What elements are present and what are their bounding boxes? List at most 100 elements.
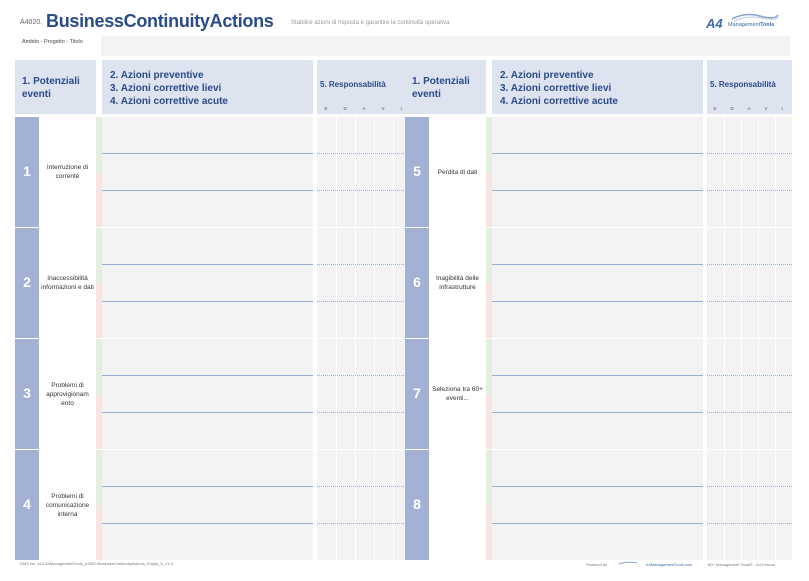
action-field[interactable] [492,117,703,227]
header-events-label: 1. Potenziali eventi [412,76,470,100]
brand-logo: A4 ManagementTools [706,12,786,32]
responsibility-line [317,301,412,302]
action-field[interactable] [492,228,703,338]
header-responsibility: 5. Responsabilità E D A V I [317,60,412,114]
action-line [102,486,313,487]
responsibility-field[interactable] [707,228,792,338]
event-label-cell[interactable]: Seleziona tra 60+ eventi... [429,339,486,449]
footer-dms: DMS No. 410.A4ManagementTools_A4020.Busi… [20,561,174,566]
event-label: Inagibilità delle infrastrutture [435,275,479,291]
raci-separator [741,228,742,338]
document-code: A4020. [20,19,43,26]
event-number: 3 [23,385,31,401]
raci-separator [374,450,375,560]
raci-separator [724,117,725,227]
event-label-cell[interactable]: Problemi di approvigionam ento [39,339,96,449]
raci-separator [336,117,337,227]
responsibility-line [707,523,792,524]
action-line [102,412,313,413]
event-number: 5 [413,163,421,179]
header-actions: 2. Azioni preventive 3. Azioni correttive… [492,60,703,114]
wave-icon [731,13,779,22]
event-number-cell: 3 [15,339,39,449]
action-field[interactable] [102,228,313,338]
raci-separator [355,450,356,560]
event-number-cell: 1 [15,117,39,227]
raci-separator [758,339,759,449]
action-line [102,523,313,524]
responsibility-line [317,523,412,524]
event-number-cell: 5 [405,117,429,227]
responsibility-field[interactable] [317,339,412,449]
event-label-cell[interactable]: Perdita di dati [429,117,486,227]
raci-label: D [730,106,734,111]
logo-a4: A4 [706,16,723,31]
action-field[interactable] [102,117,313,227]
header-actions-label: 2. Azioni preventive [500,70,594,81]
header-actions-label: 3. Azioni correttive lievi [500,83,612,94]
action-field[interactable] [102,339,313,449]
wave-icon [618,561,638,565]
responsibility-line [317,412,412,413]
responsibility-field[interactable] [707,450,792,560]
action-field[interactable] [492,339,703,449]
raci-separator [355,228,356,338]
raci-label: V [764,106,768,111]
event-label-cell[interactable] [429,450,486,560]
event-number: 1 [23,163,31,179]
raci-label: E [324,106,328,111]
raci-separator [724,228,725,338]
header-responsibility-label: 5. Responsabilità [320,80,386,89]
responsibility-field[interactable] [707,339,792,449]
raci-separator [374,228,375,338]
responsibility-line [317,190,412,191]
event-number-cell: 6 [405,228,429,338]
responsibility-line [707,486,792,487]
event-label-cell[interactable]: Problemi di comunicazione interna [39,450,96,560]
raci-separator [355,117,356,227]
header-actions-label: 2. Azioni preventive [110,70,204,81]
event-label: Problemi di approvigionam ento [46,381,89,407]
header-actions-label: 3. Azioni correttive lievi [110,83,222,94]
responsibility-field[interactable] [317,117,412,227]
action-field[interactable] [102,450,313,560]
raci-label: V [381,106,385,111]
responsibility-line [707,264,792,265]
raci-separator [775,117,776,227]
event-label-cell[interactable]: Interruzione di corrente [39,117,96,227]
action-field[interactable] [492,450,703,560]
responsibility-field[interactable] [707,117,792,227]
event-label: Perdita di dati [437,168,478,176]
event-number-cell: 2 [15,228,39,338]
header-actions-label: 4. Azioni correttive acute [500,96,618,107]
event-label-cell[interactable]: Inaccessibilità informazioni e dati [39,228,96,338]
footer-tools: 80+ Management Tools® - A4-Format [708,562,775,567]
header-actions-label: 4. Azioni correttive acute [110,96,228,107]
action-line [102,375,313,376]
action-line [102,301,313,302]
logo-wordmark: ManagementTools [728,22,775,28]
header-events: 1. Potenziali eventi [15,60,96,114]
raci-separator [741,339,742,449]
raci-separator [741,117,742,227]
raci-label: A [747,106,751,111]
header-events: 1. Potenziali eventi [405,60,486,114]
action-line [492,190,703,191]
event-label-cell[interactable]: Inagibilità delle infrastrutture [429,228,486,338]
responsibility-field[interactable] [317,450,412,560]
responsibility-field[interactable] [317,228,412,338]
raci-separator [374,117,375,227]
footer-site[interactable]: A4ManagementTools.com [646,562,692,567]
action-line [492,486,703,487]
action-line [492,301,703,302]
ambito-input[interactable] [101,36,790,56]
responsibility-line [707,412,792,413]
raci-separator [724,450,725,560]
responsibility-line [707,190,792,191]
action-line [102,190,313,191]
action-line [492,375,703,376]
ambito-label: Ambito - Progetto - Titolo [22,39,83,45]
action-line [492,412,703,413]
responsibility-line [317,486,412,487]
page-subtitle: Stabilire azioni di risposta e garantire… [291,20,450,26]
